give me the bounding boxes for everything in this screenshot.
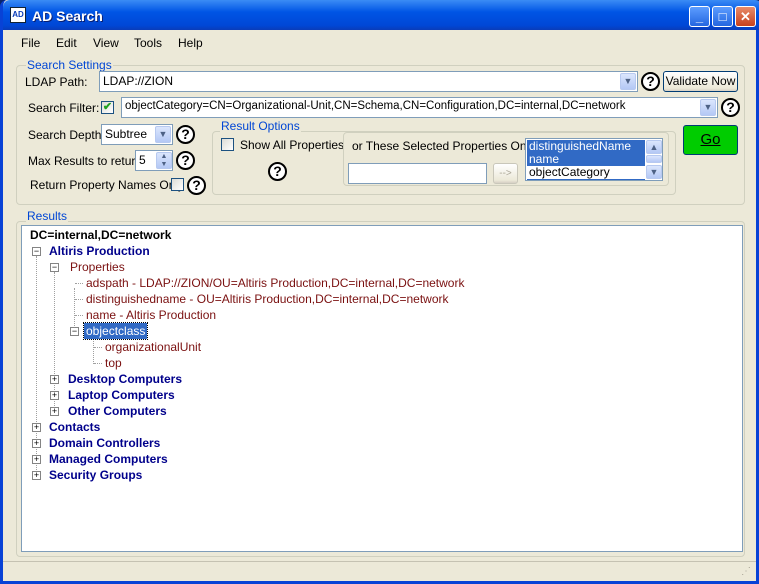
help-icon[interactable]: ? (176, 125, 195, 144)
menu-edit[interactable]: Edit (56, 36, 77, 50)
help-icon[interactable]: ? (176, 151, 195, 170)
add-property-button[interactable]: --> (493, 163, 518, 184)
chevron-down-icon[interactable]: ▼ (620, 73, 636, 90)
expand-icon[interactable]: + (32, 423, 41, 432)
show-all-label: Show All Properties (240, 138, 345, 152)
chevron-down-icon[interactable]: ▼ (155, 126, 171, 143)
close-button[interactable]: ✕ (735, 6, 756, 27)
property-input[interactable] (348, 163, 487, 184)
max-results-label: Max Results to return: (28, 154, 146, 168)
expand-icon[interactable]: + (32, 439, 41, 448)
help-icon[interactable]: ? (268, 162, 287, 181)
menu-view[interactable]: View (93, 36, 119, 50)
tree-node-properties[interactable]: Properties (70, 259, 125, 275)
help-icon[interactable]: ? (187, 176, 206, 195)
collapse-icon[interactable]: − (32, 247, 41, 256)
properties-listbox[interactable]: distinguishedName name objectCategory ob… (525, 138, 663, 181)
expand-icon[interactable]: + (50, 407, 59, 416)
selected-properties-label: or These Selected Properties Only: (352, 139, 539, 153)
tree-leaf[interactable]: organizationalUnit (105, 339, 201, 355)
tree-leaf-name[interactable]: name - Altiris Production (86, 307, 216, 323)
search-depth-label: Search Depth: (28, 128, 105, 142)
expand-icon[interactable]: + (50, 391, 59, 400)
chevron-down-icon[interactable]: ▼ (700, 99, 716, 116)
window-title: AD Search (32, 8, 103, 24)
tree-node[interactable]: Other Computers (68, 403, 167, 419)
tree-leaf-distinguishedname[interactable]: distinguishedname - OU=Altiris Productio… (86, 291, 449, 307)
results-label: Results (26, 209, 69, 223)
tree-leaf[interactable]: top (105, 355, 122, 371)
return-names-checkbox[interactable] (171, 178, 184, 191)
tree-node[interactable]: Domain Controllers (49, 435, 160, 451)
result-options-label: Result Options (220, 119, 301, 133)
tree-leaf-adspath[interactable]: adspath - LDAP://ZION/OU=Altiris Product… (86, 275, 464, 291)
expand-icon[interactable]: + (50, 375, 59, 384)
validate-now-button[interactable]: Validate Now (663, 71, 738, 92)
ldap-path-label: LDAP Path: (25, 75, 88, 89)
scroll-up-icon[interactable]: ▲ (646, 140, 662, 154)
tree-node-objectclass[interactable]: objectclass (82, 322, 149, 340)
ldap-path-input[interactable]: LDAP://ZION (99, 71, 638, 92)
list-item[interactable]: objectClass (527, 179, 645, 180)
tree-node[interactable]: Managed Computers (49, 451, 168, 467)
show-all-checkbox[interactable] (221, 138, 234, 151)
return-names-label: Return Property Names Only (30, 178, 185, 192)
go-label: Go (700, 131, 721, 148)
main-window: AD AD Search _ □ ✕ File Edit View Tools … (0, 0, 759, 584)
search-filter-label: Search Filter: (28, 101, 100, 115)
go-button[interactable]: Go (683, 125, 738, 155)
maximize-button[interactable]: □ (712, 6, 733, 27)
menu-tools[interactable]: Tools (134, 36, 162, 50)
status-bar (3, 561, 756, 581)
menu-help[interactable]: Help (178, 36, 203, 50)
menu-file[interactable]: File (21, 36, 40, 50)
help-icon[interactable]: ? (721, 98, 740, 117)
expand-icon[interactable]: + (32, 471, 41, 480)
tree-node[interactable]: Desktop Computers (68, 371, 182, 387)
collapse-icon[interactable]: − (70, 327, 79, 336)
spinner-arrows-icon[interactable]: ▲ ▼ (156, 152, 172, 169)
expand-icon[interactable]: + (32, 455, 41, 464)
tree-node[interactable]: Laptop Computers (68, 387, 175, 403)
search-settings-label: Search Settings (26, 58, 113, 72)
title-bar: AD AD Search _ □ ✕ (3, 0, 759, 30)
help-icon[interactable]: ? (641, 72, 660, 91)
results-tree[interactable]: DC=internal,DC=network − Altiris Product… (21, 225, 743, 552)
tree-node-altiris-production[interactable]: Altiris Production (49, 243, 150, 259)
app-icon: AD (10, 7, 26, 23)
search-filter-input[interactable]: objectCategory=CN=Organizational-Unit,CN… (121, 97, 718, 118)
resize-grip-icon[interactable]: ⋰ (741, 566, 751, 577)
tree-node[interactable]: Security Groups (49, 467, 142, 483)
tree-root[interactable]: DC=internal,DC=network (30, 227, 171, 243)
minimize-button[interactable]: _ (689, 6, 710, 27)
search-filter-checkbox[interactable]: ✔ (101, 101, 114, 114)
collapse-icon[interactable]: − (50, 263, 59, 272)
scroll-down-icon[interactable]: ▼ (646, 165, 662, 179)
tree-node[interactable]: Contacts (49, 419, 100, 435)
scrollbar-thumb[interactable] (646, 155, 662, 163)
